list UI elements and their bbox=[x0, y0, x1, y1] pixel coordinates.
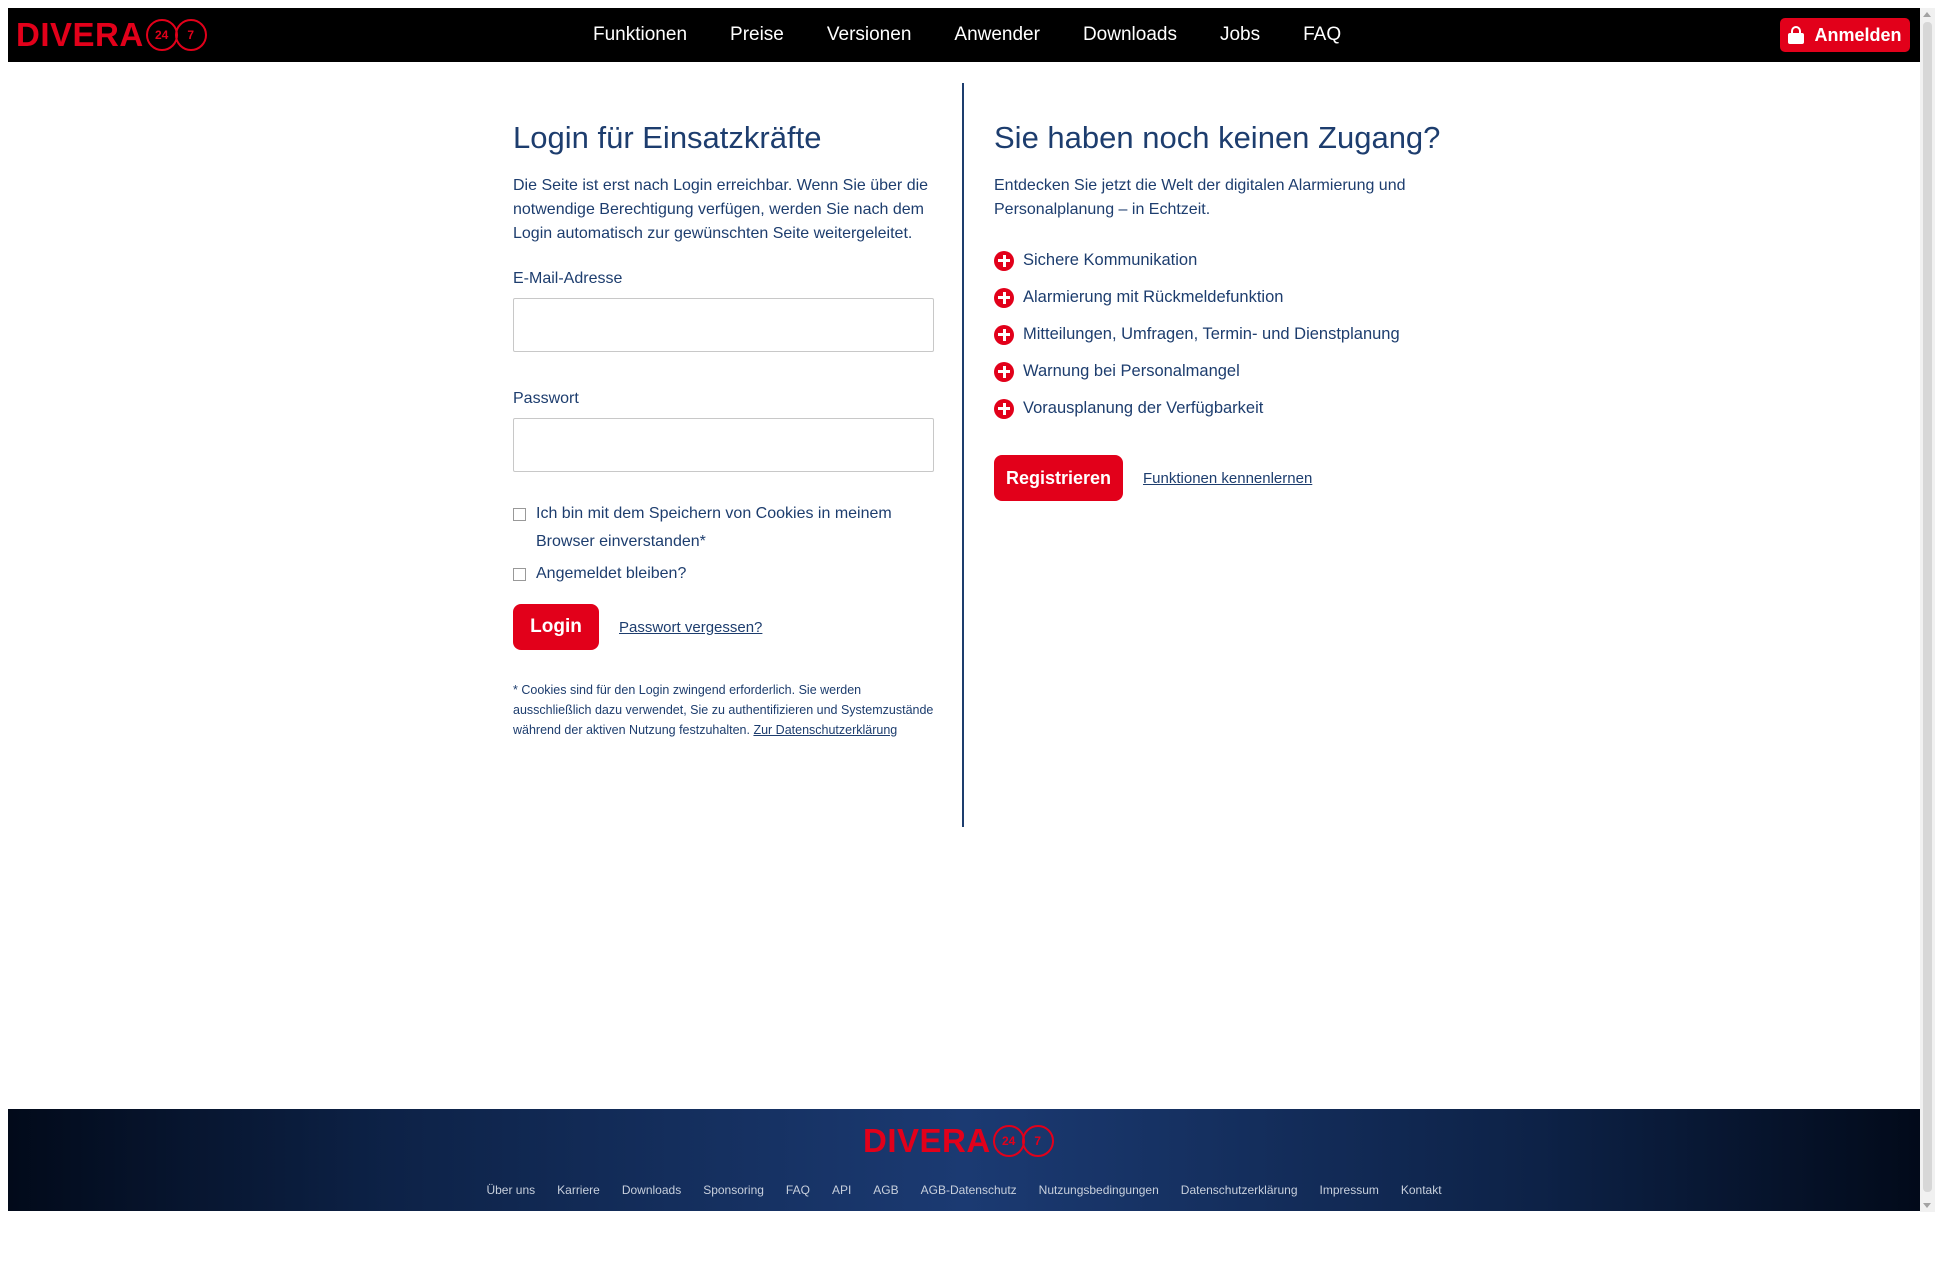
footer-logo-7-ring: 7 bbox=[1021, 1125, 1054, 1157]
main-nav: Funktionen Preise Versionen Anwender Dow… bbox=[593, 8, 1384, 62]
functions-link[interactable]: Funktionen kennenlernen bbox=[1143, 470, 1312, 487]
footer-link-agb-datenschutz[interactable]: AGB-Datenschutz bbox=[921, 1183, 1017, 1197]
logo-24-ring: 24 bbox=[145, 19, 178, 51]
logo-wordmark: DIVERA bbox=[16, 16, 144, 53]
feature-item: Mitteilungen, Umfragen, Termin- und Dien… bbox=[994, 316, 1454, 353]
logo-7-ring: 7 bbox=[174, 19, 207, 51]
feature-label: Warnung bei Personalmangel bbox=[1023, 362, 1240, 380]
footer-links: Über uns Karriere Downloads Sponsoring F… bbox=[8, 1183, 1920, 1197]
plus-circle-icon bbox=[994, 398, 1014, 419]
scrollbar-thumb[interactable] bbox=[1923, 22, 1932, 1192]
footer-link-faq[interactable]: FAQ bbox=[786, 1183, 810, 1197]
login-actions: Login Passwort vergessen? bbox=[513, 604, 938, 650]
email-field[interactable] bbox=[513, 298, 934, 352]
footer-link-downloads[interactable]: Downloads bbox=[622, 1183, 681, 1197]
nav-funktionen[interactable]: Funktionen bbox=[593, 24, 687, 46]
forgot-password-link[interactable]: Passwort vergessen? bbox=[619, 619, 762, 636]
footer: DIVERA 24 7 Über uns Karriere Downloads … bbox=[8, 1109, 1920, 1211]
footer-link-kontakt[interactable]: Kontakt bbox=[1401, 1183, 1442, 1197]
vertical-scrollbar[interactable] bbox=[1920, 8, 1935, 1212]
feature-list: Sichere Kommunikation Alarmierung mit Rü… bbox=[994, 242, 1454, 427]
nav-preise[interactable]: Preise bbox=[730, 24, 784, 46]
footer-link-sponsoring[interactable]: Sponsoring bbox=[703, 1183, 764, 1197]
footer-logo-wordmark: DIVERA bbox=[863, 1122, 991, 1159]
footer-link-nutzungsbedingungen[interactable]: Nutzungsbedingungen bbox=[1039, 1183, 1159, 1197]
feature-label: Mitteilungen, Umfragen, Termin- und Dien… bbox=[1023, 325, 1400, 343]
footer-link-ueber-uns[interactable]: Über uns bbox=[486, 1183, 535, 1197]
lock-icon bbox=[1788, 26, 1805, 44]
remember-me-label: Angemeldet bleiben? bbox=[536, 565, 687, 582]
nav-faq[interactable]: FAQ bbox=[1303, 24, 1341, 46]
scroll-down-arrow-icon[interactable] bbox=[1923, 1203, 1931, 1208]
top-navbar: DIVERA 24 7 Funktionen Preise Versionen … bbox=[8, 8, 1920, 62]
footer-link-agb[interactable]: AGB bbox=[873, 1183, 898, 1197]
feature-label: Alarmierung mit Rückmeldefunktion bbox=[1023, 288, 1284, 306]
password-field[interactable] bbox=[513, 418, 934, 472]
signup-section: Sie haben noch keinen Zugang? Entdecken … bbox=[994, 120, 1454, 501]
footer-logo[interactable]: DIVERA 24 7 bbox=[863, 1123, 1054, 1159]
cookies-footnote: * Cookies sind für den Login zwingend er… bbox=[513, 680, 938, 740]
register-button[interactable]: Registrieren bbox=[994, 455, 1123, 501]
nav-anwender[interactable]: Anwender bbox=[954, 24, 1040, 46]
nav-jobs[interactable]: Jobs bbox=[1220, 24, 1260, 46]
divera-logo[interactable]: DIVERA 24 7 bbox=[16, 17, 207, 53]
signup-intro: Entdecken Sie jetzt die Welt der digital… bbox=[994, 177, 1406, 218]
feature-item: Sichere Kommunikation bbox=[994, 242, 1454, 279]
plus-circle-icon bbox=[994, 287, 1014, 308]
cookies-consent-row: Ich bin mit dem Speichern von Cookies in… bbox=[513, 500, 938, 556]
login-intro: Die Seite ist erst nach Login erreichbar… bbox=[513, 177, 929, 242]
page: DIVERA 24 7 Funktionen Preise Versionen … bbox=[8, 8, 1920, 1212]
nav-versionen[interactable]: Versionen bbox=[827, 24, 912, 46]
anmelden-button[interactable]: Anmelden bbox=[1780, 18, 1910, 52]
remember-me-row: Angemeldet bleiben? bbox=[513, 560, 938, 588]
feature-label: Vorausplanung der Verfügbarkeit bbox=[1023, 399, 1264, 417]
footer-link-datenschutzerklaerung[interactable]: Datenschutzerklärung bbox=[1181, 1183, 1298, 1197]
scroll-up-arrow-icon[interactable] bbox=[1923, 12, 1931, 17]
feature-label: Sichere Kommunikation bbox=[1023, 251, 1198, 269]
plus-circle-icon bbox=[994, 361, 1014, 382]
footer-link-impressum[interactable]: Impressum bbox=[1320, 1183, 1379, 1197]
privacy-policy-link[interactable]: Zur Datenschutzerklärung bbox=[753, 723, 897, 737]
plus-circle-icon bbox=[994, 324, 1014, 345]
login-title: Login für Einsatzkräfte bbox=[513, 120, 822, 155]
footer-link-karriere[interactable]: Karriere bbox=[557, 1183, 600, 1197]
footer-logo-24-ring: 24 bbox=[992, 1125, 1025, 1157]
feature-item: Alarmierung mit Rückmeldefunktion bbox=[994, 279, 1454, 316]
login-button[interactable]: Login bbox=[513, 604, 599, 650]
email-label: E-Mail-Adresse bbox=[513, 270, 623, 287]
feature-item: Warnung bei Personalmangel bbox=[994, 353, 1454, 390]
feature-item: Vorausplanung der Verfügbarkeit bbox=[994, 390, 1454, 427]
signup-title: Sie haben noch keinen Zugang? bbox=[994, 120, 1441, 155]
column-divider bbox=[962, 83, 964, 827]
login-section: Login für Einsatzkräfte Die Seite ist er… bbox=[513, 120, 938, 740]
plus-circle-icon bbox=[994, 250, 1014, 271]
cookies-checkbox[interactable] bbox=[513, 508, 526, 521]
signup-actions: Registrieren Funktionen kennenlernen bbox=[994, 455, 1454, 501]
cookies-label: Ich bin mit dem Speichern von Cookies in… bbox=[536, 505, 892, 550]
anmelden-label: Anmelden bbox=[1814, 24, 1902, 45]
remember-me-checkbox[interactable] bbox=[513, 568, 526, 581]
footer-link-api[interactable]: API bbox=[832, 1183, 851, 1197]
nav-downloads[interactable]: Downloads bbox=[1083, 24, 1177, 46]
password-label: Passwort bbox=[513, 390, 579, 407]
